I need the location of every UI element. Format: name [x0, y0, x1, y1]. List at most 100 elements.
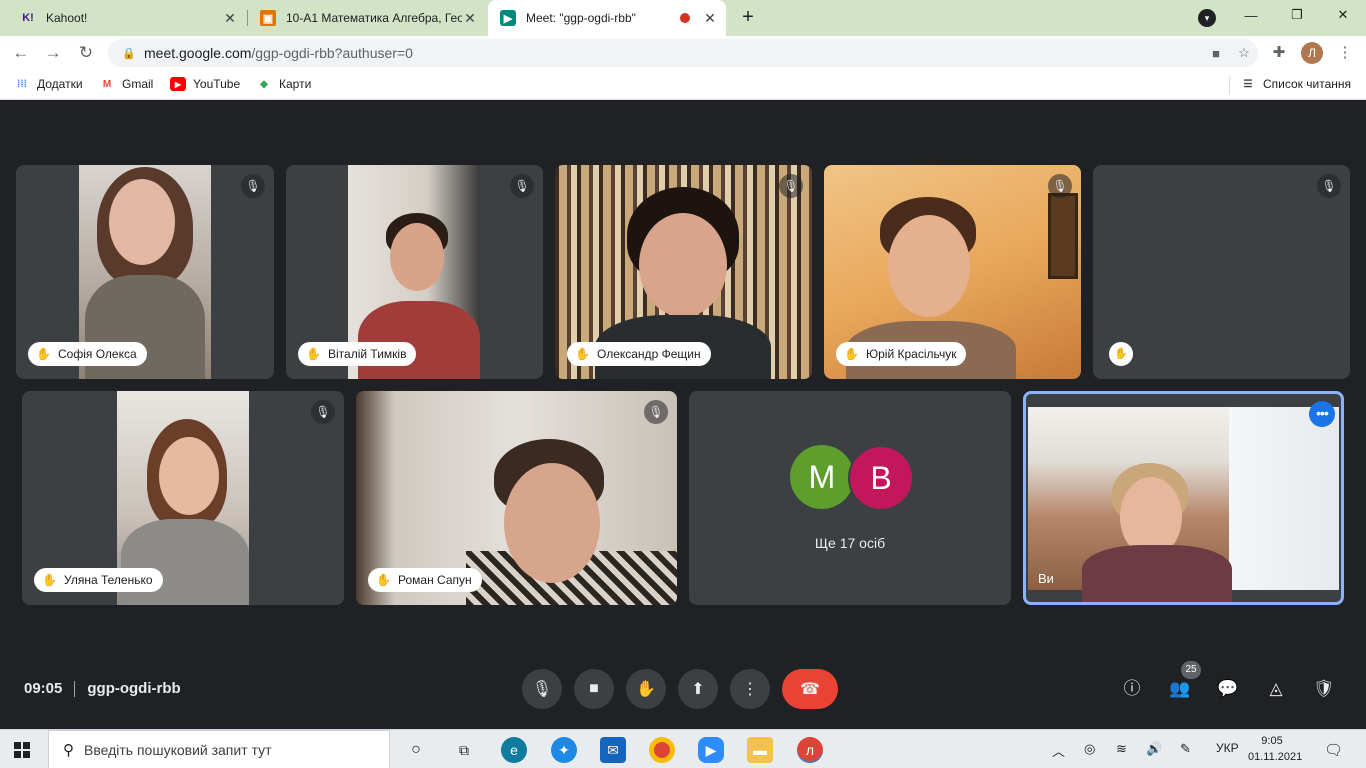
- windows-start-icon[interactable]: [14, 742, 30, 758]
- close-icon[interactable]: ✕: [222, 10, 238, 27]
- self-view-tile[interactable]: ••• Ви: [1023, 391, 1344, 605]
- chat-icon[interactable]: 💬: [1216, 677, 1240, 701]
- participant-tile[interactable]: 🎙 ✋ Юрій Красільчук: [824, 165, 1081, 379]
- bookmark-apps[interactable]: ⁞⁞⁞ Додатки: [14, 77, 83, 91]
- forward-arrow-icon[interactable]: →: [42, 42, 64, 64]
- participant-tile[interactable]: 🎙 ✋ Роман Сапун: [356, 391, 677, 605]
- participant-tile[interactable]: 🎙 ✋ Олександр Фещин: [555, 165, 812, 379]
- file-explorer-icon[interactable]: ▬: [747, 737, 773, 763]
- raise-hand-icon: ✋: [306, 347, 321, 361]
- classroom-icon: ▣: [260, 10, 276, 26]
- show-hidden-icons[interactable]: ︿: [1052, 741, 1065, 760]
- participant-name: Софія Олекса: [58, 347, 137, 361]
- window-controls: — ❐ ✕: [1228, 0, 1366, 30]
- task-view-icon[interactable]: ⧉: [451, 737, 477, 763]
- edge-icon[interactable]: e: [501, 737, 527, 763]
- profile-avatar[interactable]: Л: [1301, 42, 1323, 64]
- taskbar-search[interactable]: ⚲ Введіть пошуковий запит тут: [48, 730, 390, 768]
- raise-hand-button[interactable]: ✋: [626, 669, 666, 709]
- bookmark-youtube[interactable]: ▶ YouTube: [170, 77, 240, 91]
- more-options-icon[interactable]: •••: [1309, 401, 1335, 427]
- participants-icon[interactable]: 👥: [1168, 677, 1192, 701]
- language-indicator[interactable]: УКР: [1216, 741, 1239, 755]
- browser-menu-icon[interactable]: ⋮: [1334, 42, 1356, 64]
- search-icon: ⚲: [63, 741, 74, 759]
- microphone-button[interactable]: 🎙: [522, 669, 562, 709]
- tab-kahoot[interactable]: K! Kahoot! ✕: [8, 0, 246, 36]
- microphone-icon: 🎙: [531, 681, 553, 698]
- url-host: meet.google.com: [144, 45, 252, 61]
- leave-call-button[interactable]: ☎: [782, 669, 838, 709]
- mic-off-icon: 🎙: [1048, 174, 1072, 198]
- close-window-icon[interactable]: ✕: [1320, 0, 1366, 30]
- present-screen-button[interactable]: ⬆: [678, 669, 718, 709]
- host-controls-icon[interactable]: 🛡: [1312, 677, 1336, 701]
- meeting-info: 09:05 ggp-ogdi-rbb: [24, 680, 181, 697]
- chrome-profile-icon[interactable]: л: [797, 737, 823, 763]
- address-bar[interactable]: 🔒 meet.google.com/ggp-ogdi-rbb?authuser=…: [108, 39, 1258, 67]
- onedrive-icon[interactable]: ◎: [1084, 741, 1095, 757]
- participant-face: [109, 179, 175, 265]
- minimize-icon[interactable]: —: [1228, 0, 1274, 30]
- more-options-button[interactable]: ⋮: [730, 669, 770, 709]
- reading-list-button[interactable]: ☰ Список читання: [1240, 77, 1352, 91]
- new-tab-button[interactable]: +: [736, 6, 760, 30]
- meeting-details-icon[interactable]: ⓘ: [1120, 677, 1144, 701]
- participant-body: [1082, 545, 1232, 602]
- bookmark-label: Карти: [279, 77, 312, 91]
- reload-icon[interactable]: ↻: [75, 42, 97, 64]
- bookmark-gmail[interactable]: M Gmail: [99, 77, 154, 91]
- activities-icon[interactable]: ◬: [1264, 677, 1288, 701]
- back-arrow-icon[interactable]: ←: [10, 42, 32, 64]
- participant-name-chip: ✋ Юрій Красільчук: [836, 342, 967, 366]
- present-screen-icon: ⬆: [691, 681, 705, 698]
- url-text[interactable]: meet.google.com/ggp-ogdi-rbb?authuser=0: [144, 45, 1202, 61]
- bookmark-label: YouTube: [193, 77, 241, 91]
- tab-classroom[interactable]: ▣ 10-А1 Математика Алгебра, Гео ✕: [248, 0, 486, 36]
- participant-count-badge: 25: [1181, 661, 1201, 679]
- close-icon[interactable]: ✕: [702, 10, 718, 27]
- chrome-icon[interactable]: [649, 737, 675, 763]
- participant-name-chip: ✋ Олександр Фещин: [567, 342, 711, 366]
- volume-icon[interactable]: 🔊: [1146, 741, 1162, 757]
- zoom-icon[interactable]: ▶: [698, 737, 724, 763]
- network-icon[interactable]: ≋: [1116, 741, 1127, 757]
- lock-icon[interactable]: 🔒: [122, 47, 136, 60]
- camera-permission-icon[interactable]: ■: [1202, 46, 1230, 61]
- bookmark-star-icon[interactable]: ☆: [1230, 45, 1258, 61]
- participant-name-chip: ✋ Роман Сапун: [368, 568, 482, 592]
- extensions-puzzle-icon[interactable]: ✚: [1268, 42, 1290, 64]
- apps-grid-icon: ⁞⁞⁞: [17, 78, 27, 90]
- more-participants-tile[interactable]: M B Ще 17 осіб: [689, 391, 1011, 605]
- participant-tile[interactable]: 🎙 ✋: [1093, 165, 1350, 379]
- tab-meet[interactable]: ▶ Meet: "ggp-ogdi-rbb" ✕: [488, 0, 726, 36]
- bookmark-maps[interactable]: ◆ Карти: [256, 77, 311, 91]
- self-label: Ви: [1038, 571, 1054, 586]
- browser-toolbar: ← → ↻ 🔒 meet.google.com/ggp-ogdi-rbb?aut…: [0, 36, 1366, 70]
- restore-icon[interactable]: ❐: [1274, 0, 1320, 30]
- pinned-app-icon[interactable]: ✦: [551, 737, 577, 763]
- tab-title: Kahoot!: [46, 11, 88, 25]
- cortana-icon[interactable]: ○: [403, 737, 429, 763]
- participant-tile[interactable]: 🎙 ✋ Софія Олекса: [16, 165, 274, 379]
- camera-icon: ■: [589, 680, 599, 697]
- pen-icon[interactable]: ✎: [1180, 741, 1191, 757]
- raise-hand-icon: ✋: [36, 347, 51, 361]
- avatar: B: [848, 445, 914, 511]
- participant-face: [159, 437, 219, 515]
- participant-tile[interactable]: 🎙 ✋ Віталій Тимків: [286, 165, 543, 379]
- participant-name-chip: ✋ Софія Олекса: [28, 342, 147, 366]
- maps-icon: ◆: [260, 78, 268, 90]
- participant-name: Роман Сапун: [398, 573, 472, 587]
- mail-icon[interactable]: ✉: [600, 737, 626, 763]
- participant-tile[interactable]: 🎙 ✋ Уляна Теленько: [22, 391, 344, 605]
- close-icon[interactable]: ✕: [462, 10, 478, 27]
- recording-indicator-icon: [680, 13, 690, 23]
- system-clock[interactable]: 9:05 01.11.2021: [1248, 733, 1302, 765]
- raise-hand-icon: ✋: [636, 681, 656, 698]
- gmail-icon: M: [102, 78, 112, 90]
- camera-button[interactable]: ■: [574, 669, 614, 709]
- divider: [74, 680, 76, 697]
- notifications-icon[interactable]: 🗨: [1324, 741, 1343, 759]
- tab-search-icon[interactable]: ▾: [1198, 9, 1216, 27]
